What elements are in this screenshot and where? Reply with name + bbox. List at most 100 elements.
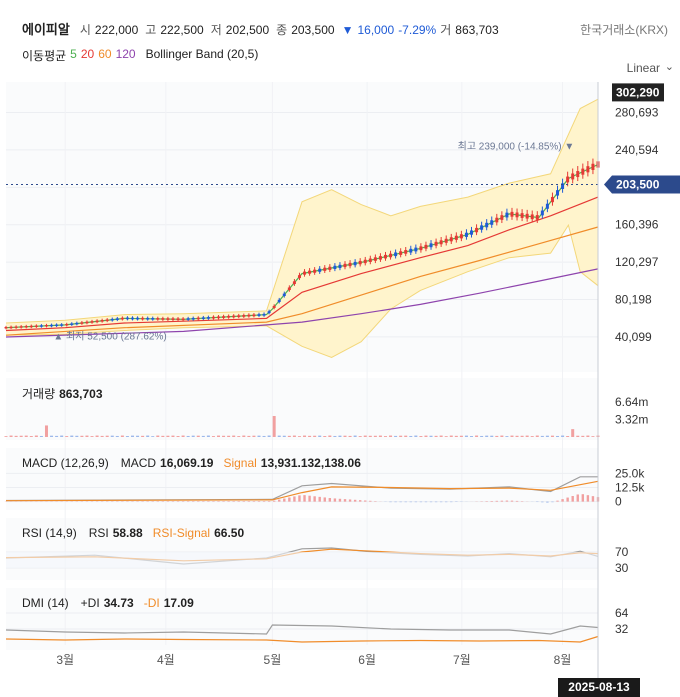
volume-bar [368, 435, 372, 437]
volume-bar [561, 435, 565, 437]
stock-chart[interactable]: 280,693240,594200,495160,396120,29780,19… [0, 0, 680, 697]
candle-body [571, 173, 575, 180]
macd-histogram-bar [318, 496, 321, 502]
volume-bar [328, 435, 332, 437]
price-y-tick: 40,099 [615, 330, 652, 344]
macd-histogram-bar [419, 501, 423, 503]
candle-body [141, 317, 145, 320]
volume-bar [424, 435, 428, 437]
candle-body [449, 237, 453, 242]
candle-body [348, 262, 352, 267]
candle-body [125, 317, 129, 320]
volume-bar [100, 435, 104, 437]
macd-histogram-bar [414, 501, 418, 503]
macd-histogram-bar [505, 500, 509, 502]
candle-body [55, 324, 59, 327]
volume-bar [510, 435, 514, 437]
candle-body [399, 251, 403, 255]
candle-body [34, 325, 38, 327]
candle-body [227, 315, 231, 318]
volume-bar [44, 425, 48, 437]
volume-bar [297, 436, 301, 437]
candle-body [444, 238, 448, 243]
candle-body [328, 266, 332, 270]
candle-body [176, 318, 180, 321]
volume-panel-label: 거래량 863,703 [22, 385, 103, 402]
candle-body [237, 315, 241, 318]
volume-bar [373, 435, 377, 437]
macd-histogram-bar [571, 496, 574, 502]
volume-bar [470, 436, 474, 437]
volume-bar [571, 429, 575, 437]
price-y-tick: 120,297 [615, 255, 659, 269]
volume-bar [449, 435, 453, 437]
dmi-y-tick: 32 [615, 622, 629, 636]
candle-body [277, 299, 281, 302]
macd-histogram-bar [515, 500, 519, 502]
volume-bar [480, 435, 484, 437]
candle-body [4, 326, 8, 329]
volume-bar [333, 435, 337, 437]
volume-bar [75, 435, 79, 437]
macd-histogram-bar [546, 501, 549, 503]
macd-histogram-bar [227, 501, 230, 502]
volume-bar [196, 435, 200, 437]
macd-histogram-bar [566, 497, 569, 502]
volume-bar [201, 435, 205, 437]
macd-histogram-bar [439, 501, 443, 503]
rsi-y-tick: 70 [615, 545, 629, 559]
volume-bar [389, 435, 393, 437]
candle-body [70, 323, 74, 325]
candle-body [378, 256, 382, 260]
candle-body [29, 325, 33, 328]
mdi-label: -DI [143, 596, 160, 610]
volume-bar [252, 435, 256, 437]
volume-bar [29, 436, 33, 437]
candle-body [525, 213, 529, 219]
volume-bar [146, 435, 150, 437]
macd-histogram-bar [591, 496, 595, 502]
rsi-signal-value: 66.50 [214, 526, 245, 540]
candle-body [510, 211, 514, 217]
candle-body [495, 217, 499, 223]
macd-histogram-bar [293, 496, 296, 502]
macd-histogram-bar [399, 501, 402, 503]
candle-body [272, 305, 276, 308]
volume-bar [14, 435, 18, 437]
volume-bar [495, 435, 499, 437]
volume-bar [581, 435, 585, 437]
volume-bar [475, 435, 479, 437]
candle-body [464, 232, 468, 237]
candle-body [136, 317, 140, 320]
top-value-label: 302,290 [616, 85, 660, 99]
volume-bar [308, 435, 312, 437]
macd-histogram-bar [541, 501, 544, 503]
dmi-title: DMI (14) [22, 596, 69, 610]
candle-body [232, 315, 236, 318]
macd-histogram-bar [500, 500, 504, 502]
macd-histogram-bar [409, 501, 412, 503]
candle-body [373, 257, 377, 261]
volume-bar [105, 435, 109, 437]
candle-body [146, 317, 150, 320]
candle-body [343, 263, 347, 268]
volume-bar [550, 435, 554, 437]
macd-histogram-bar [303, 495, 306, 502]
candle-body [287, 287, 291, 291]
volume-bar [277, 435, 281, 437]
rsi-title: RSI (14,9) [22, 526, 77, 540]
macd-histogram-bar [237, 501, 240, 502]
candle-body [520, 213, 524, 218]
price-y-tick: 80,198 [615, 293, 652, 307]
candle-body [85, 321, 89, 324]
pdi-value: 34.73 [103, 596, 134, 610]
volume-bar [85, 435, 89, 437]
volume-bar [19, 435, 23, 437]
volume-bar [434, 435, 438, 437]
macd-histogram-bar [586, 495, 590, 502]
candle-body [409, 248, 413, 253]
candle-body [353, 261, 357, 266]
low-annotation: ▲ 최저 52,500 (287.62%) [53, 330, 166, 342]
volume-bar [90, 436, 94, 437]
candle-body [110, 318, 114, 321]
